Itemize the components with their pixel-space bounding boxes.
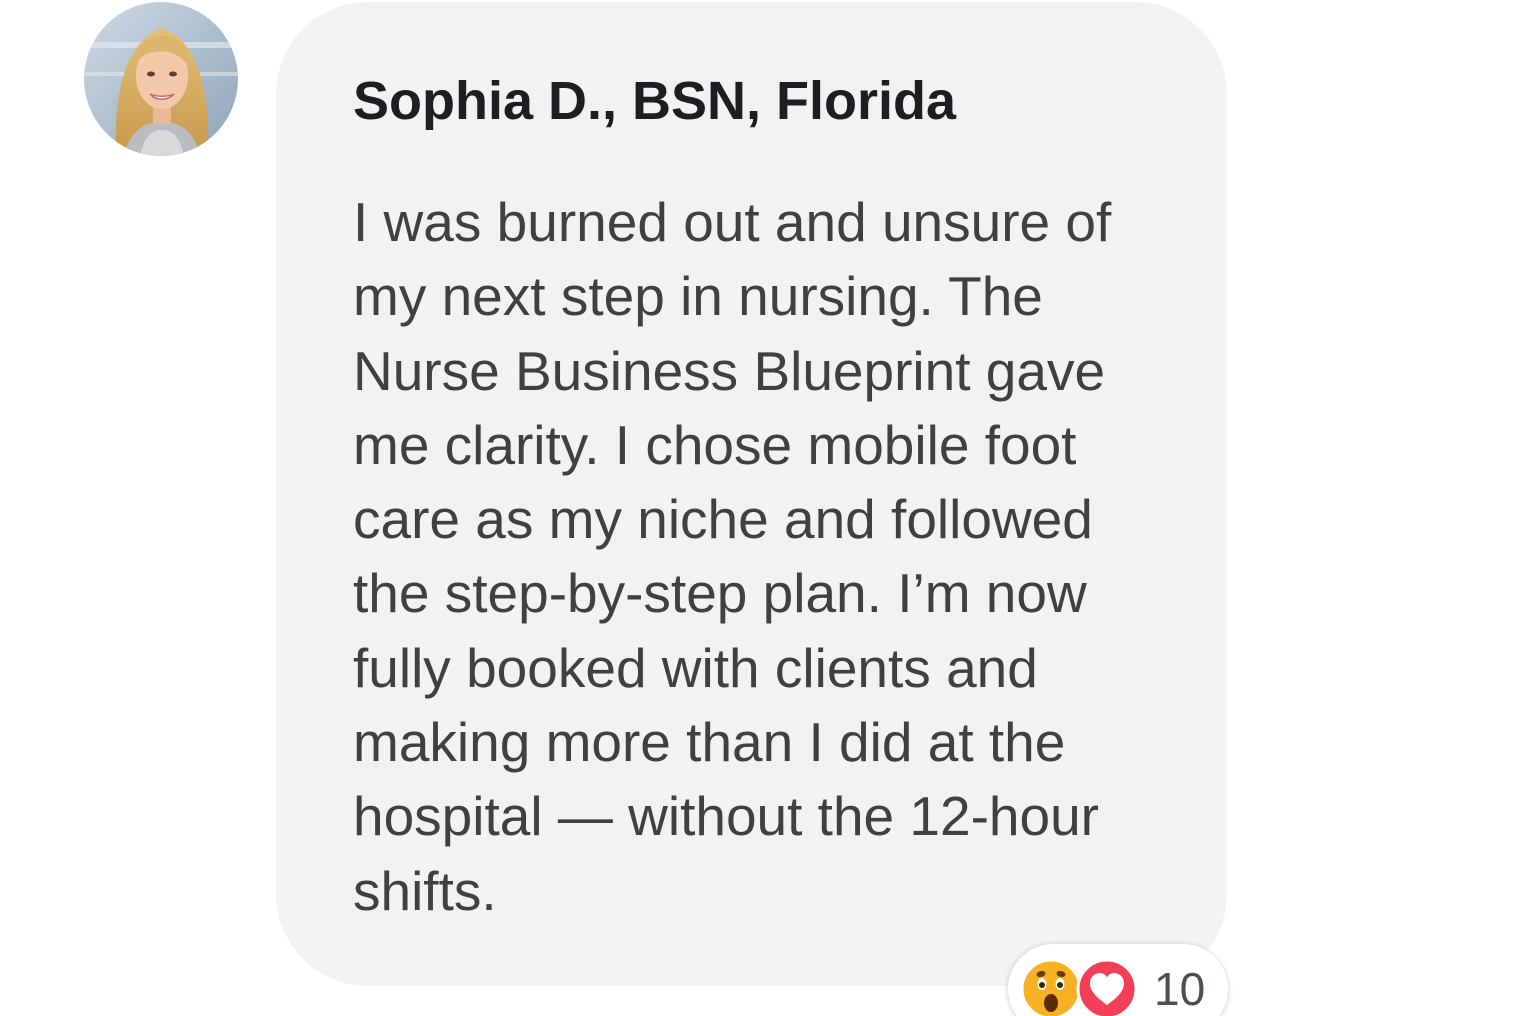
reactions-summary[interactable]: 10 — [1008, 944, 1228, 1016]
comment-line: Nurse Business Blueprint gave — [353, 339, 1106, 402]
comment-screen: Sophia D., BSN, Florida I was burned out… — [0, 0, 1524, 1016]
comment-line: care as my niche and followed — [353, 488, 1093, 551]
comment-line: shifts. — [353, 859, 497, 922]
comment-line: making more than I did at the — [353, 711, 1066, 774]
comment-line: fully booked with clients and — [353, 636, 1038, 699]
reaction-count: 10 — [1154, 963, 1206, 1015]
love-icon — [1076, 958, 1138, 1016]
comment-line: I was burned out and unsure of — [353, 191, 1112, 253]
comment-line: me clarity. I chose mobile foot — [353, 413, 1077, 476]
avatar[interactable] — [84, 2, 238, 156]
comment-author[interactable]: Sophia D., BSN, Florida — [353, 68, 956, 134]
comment-line: my next step in nursing. The — [353, 265, 1043, 328]
avatar-photo — [84, 2, 238, 156]
comment-line: the step-by-step plan. I’m now — [353, 562, 1087, 625]
comment-body: I was burned out and unsure of my next s… — [353, 185, 1183, 928]
comment-line: hospital — without the 12-hour — [353, 785, 1099, 848]
wow-icon — [1020, 958, 1082, 1016]
